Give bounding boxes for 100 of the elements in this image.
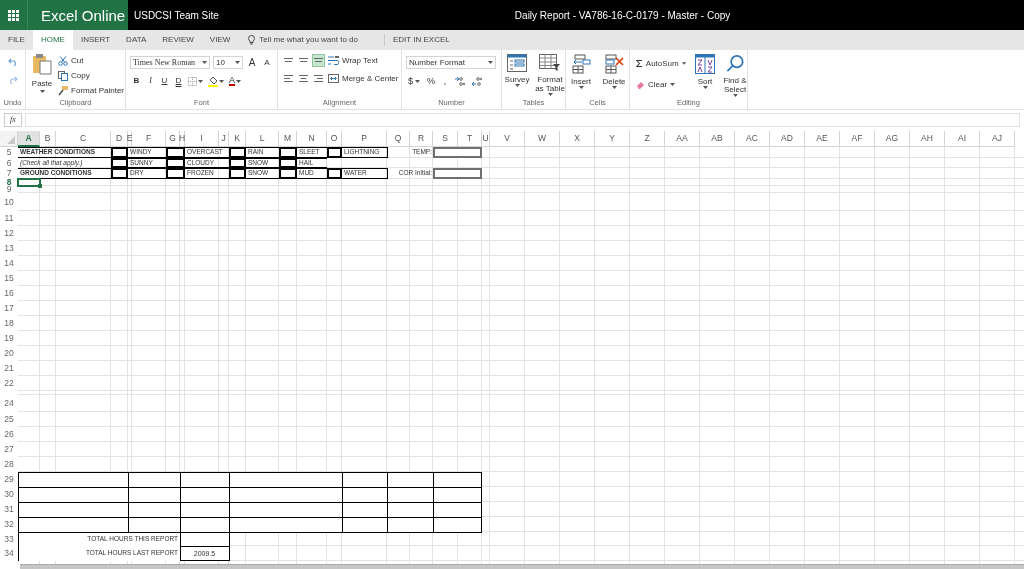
wrap-text-button[interactable]: Wrap Text [327,54,379,67]
tell-me-search[interactable]: Tell me what you want to do [246,30,360,50]
checkbox[interactable] [279,147,297,158]
copy-button[interactable]: Copy [57,69,125,82]
column-header[interactable]: J [219,131,229,147]
align-button[interactable] [297,72,310,85]
row-header[interactable]: 9 [0,186,18,193]
clear-button[interactable]: Clear [635,78,687,91]
autosum-button[interactable]: AutoSum [635,57,687,70]
number-format-dropdown[interactable]: Number Format [406,56,496,69]
column-header[interactable]: AB [700,131,735,147]
ribbon-button[interactable]: Find & Select [723,52,747,97]
font-name-dropdown[interactable]: Times New Roman [130,56,210,69]
row-header[interactable]: 8 [0,179,18,186]
column-header[interactable]: AE [805,131,840,147]
row-header[interactable]: 28 [0,457,18,472]
column-header[interactable]: P [342,131,387,147]
column-header[interactable]: AA [665,131,700,147]
column-header[interactable]: Y [595,131,630,147]
site-link[interactable]: USDCSI Team Site [134,7,219,23]
paste-button[interactable]: Paste [31,53,54,97]
ribbon-button[interactable]: Sort [693,52,717,97]
row-header[interactable]: 21 [0,361,18,376]
checkbox[interactable] [111,158,128,168]
column-header[interactable]: N [297,131,327,147]
ribbon-tab[interactable]: VIEW [201,30,239,50]
font-color-button[interactable]: A [229,76,241,86]
checkbox[interactable] [279,158,297,168]
checkbox[interactable] [111,147,128,158]
row-header[interactable]: 5 [0,147,18,158]
percent-button[interactable]: % [427,75,436,89]
column-header[interactable]: F [132,131,166,147]
italic-button[interactable]: I [146,75,155,87]
edit-in-excel-button[interactable]: EDIT IN EXCEL [385,30,458,50]
row-header[interactable]: 34 [0,546,18,561]
checkbox[interactable] [327,168,342,179]
row-header[interactable]: 12 [0,226,18,241]
row-header[interactable]: 6 [0,158,18,168]
horizontal-scrollbar[interactable] [20,564,1024,569]
checkbox[interactable] [111,168,128,179]
row-header[interactable]: 25 [0,412,18,427]
checkbox[interactable] [229,147,246,158]
row-header[interactable]: 32 [0,517,18,532]
merge-center-button[interactable]: Merge & Center [327,72,400,85]
checkbox[interactable] [229,158,246,168]
column-header[interactable]: I [185,131,219,147]
row-header[interactable]: 10 [0,193,18,211]
ribbon-button[interactable]: Insert [566,52,596,97]
column-header[interactable]: AH [910,131,945,147]
ribbon-tab[interactable]: INSERT [72,30,119,50]
comma-button[interactable]: , [442,75,449,89]
ribbon-button[interactable]: Format as Table [535,52,565,97]
double-underline-button[interactable]: D [174,75,183,87]
row-header[interactable]: 19 [0,331,18,346]
row-header[interactable]: 26 [0,427,18,442]
align-button[interactable] [282,72,295,85]
column-header[interactable]: A [18,131,40,147]
align-button[interactable] [312,54,325,67]
fill-color-button[interactable] [208,75,224,87]
row-header[interactable]: 14 [0,256,18,271]
row-header[interactable]: 11 [0,211,18,226]
row-header[interactable]: 18 [0,316,18,331]
align-button[interactable] [312,72,325,85]
checkbox[interactable] [166,158,185,168]
formula-input[interactable] [25,113,1020,127]
font-size-dropdown[interactable]: 10 [213,56,243,69]
selected-cell[interactable] [17,178,41,187]
checkbox[interactable] [229,168,246,179]
row-header[interactable]: 20 [0,346,18,361]
increase-decimal-button[interactable] [455,77,466,87]
cut-button[interactable]: Cut [57,54,125,67]
borders-button[interactable] [188,76,203,86]
ribbon-tab[interactable]: DATA [118,30,155,50]
column-header[interactable]: AF [840,131,875,147]
input-field[interactable] [433,147,482,158]
column-header[interactable]: Q [387,131,410,147]
column-header[interactable]: R [410,131,433,147]
column-header[interactable]: AD [770,131,805,147]
row-header[interactable]: 30 [0,487,18,502]
row-header[interactable]: 33 [0,532,18,546]
column-header[interactable]: W [525,131,560,147]
row-header[interactable]: 16 [0,286,18,301]
shrink-font-button[interactable]: A [261,58,273,67]
row-header[interactable]: 15 [0,271,18,286]
ribbon-button[interactable]: Survey [502,52,532,97]
column-header[interactable]: U [482,131,490,147]
column-header[interactable]: E [128,131,132,147]
ribbon-tab[interactable]: REVIEW [154,30,202,50]
ribbon-tab[interactable]: HOME [32,30,73,50]
row-header[interactable]: 31 [0,502,18,517]
input-field[interactable] [433,168,482,179]
row-header[interactable]: 22 [0,376,18,391]
decrease-decimal-button[interactable] [472,77,483,87]
row-header[interactable]: 24 [0,395,18,412]
column-header[interactable]: AJ [980,131,1015,147]
column-header[interactable]: X [560,131,595,147]
underline-button[interactable]: U [160,75,169,87]
column-header[interactable]: AG [875,131,910,147]
row-header[interactable]: 27 [0,442,18,457]
row-header[interactable]: 7 [0,168,18,179]
